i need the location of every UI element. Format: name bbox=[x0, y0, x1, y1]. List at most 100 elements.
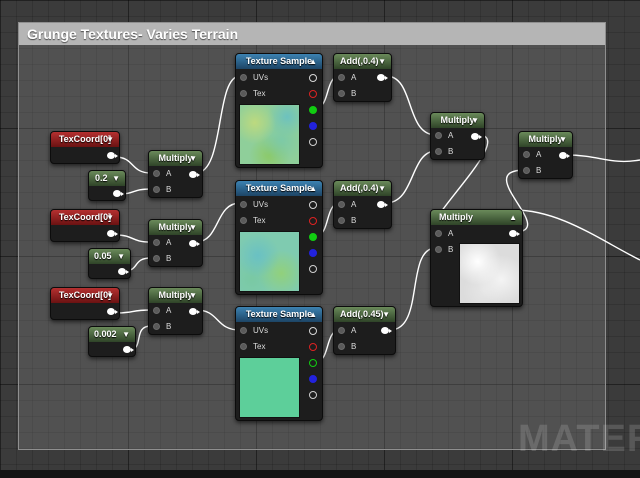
input-pin-b[interactable]: B bbox=[338, 89, 356, 99]
input-pin-uvs[interactable]: UVs bbox=[240, 326, 268, 336]
caret-down-icon[interactable]: ▼ bbox=[112, 171, 120, 186]
output-pin[interactable] bbox=[189, 308, 200, 315]
multiply-uv-header-3[interactable]: Multiply ▼ bbox=[149, 288, 202, 303]
green-output-pin[interactable] bbox=[309, 106, 317, 114]
input-pin-b[interactable]: B bbox=[338, 342, 356, 352]
pin-dot[interactable] bbox=[523, 167, 530, 174]
input-pin-b[interactable]: B bbox=[153, 185, 171, 195]
multiply-right-header[interactable]: Multiply ▼ bbox=[519, 132, 572, 147]
input-pin-tex[interactable]: Tex bbox=[240, 89, 265, 99]
caret-down-icon[interactable]: ▼ bbox=[189, 220, 197, 235]
caret-down-icon[interactable]: ▼ bbox=[117, 249, 125, 264]
multiply-texture-header[interactable]: Multiply ▲ bbox=[431, 210, 522, 225]
pin-dot[interactable] bbox=[435, 148, 442, 155]
input-pin-a[interactable]: A bbox=[153, 169, 171, 179]
texcoord-header-3[interactable]: TexCoord[0] ▼ bbox=[51, 288, 119, 303]
input-pin-uvs[interactable]: UVs bbox=[240, 73, 268, 83]
constant-node-2[interactable]: 0.05 ▼ bbox=[88, 248, 131, 279]
caret-down-icon[interactable]: ▼ bbox=[106, 210, 114, 225]
output-pin[interactable] bbox=[471, 133, 482, 140]
pin-dot[interactable] bbox=[153, 307, 160, 314]
add-header-1[interactable]: Add(,0.4) ▼ bbox=[334, 54, 391, 69]
input-pin-uvs[interactable]: UVs bbox=[240, 200, 268, 210]
constant-header-1[interactable]: 0.2 ▼ bbox=[89, 171, 125, 186]
multiply-texture-node[interactable]: Multiply ▲ A B bbox=[430, 209, 523, 307]
caret-down-icon[interactable]: ▼ bbox=[382, 307, 390, 322]
output-pin[interactable] bbox=[189, 171, 200, 178]
red-output-pin[interactable] bbox=[309, 217, 317, 225]
input-pin-a[interactable]: A bbox=[153, 306, 171, 316]
caret-down-icon[interactable]: ▼ bbox=[189, 288, 197, 303]
alpha-output-pin[interactable] bbox=[309, 265, 317, 273]
multiply-uv-node-1[interactable]: Multiply ▼ A B bbox=[148, 150, 203, 198]
rgb-output-pin[interactable] bbox=[309, 74, 317, 82]
input-pin-b[interactable]: B bbox=[435, 147, 453, 157]
blue-output-pin[interactable] bbox=[309, 122, 317, 130]
output-pin[interactable] bbox=[107, 308, 118, 315]
input-pin-b[interactable]: B bbox=[153, 254, 171, 264]
constant-header-3[interactable]: 0.002 ▼ bbox=[89, 327, 135, 342]
input-pin-a[interactable]: A bbox=[338, 73, 356, 83]
texture-sample-header-3[interactable]: Texture Sample ▲ bbox=[236, 307, 322, 322]
multiply-mid-header[interactable]: Multiply ▼ bbox=[431, 113, 484, 128]
caret-down-icon[interactable]: ▼ bbox=[378, 54, 386, 69]
multiply-mid-node[interactable]: Multiply ▼ A B bbox=[430, 112, 485, 160]
add-node-2[interactable]: Add(,0.4) ▼ A B bbox=[333, 180, 392, 229]
input-pin-a[interactable]: A bbox=[435, 229, 453, 239]
caret-down-icon[interactable]: ▼ bbox=[106, 288, 114, 303]
green-output-pin[interactable] bbox=[309, 233, 317, 241]
input-pin-a[interactable]: A bbox=[338, 200, 356, 210]
pin-dot[interactable] bbox=[240, 343, 247, 350]
input-pin-a[interactable]: A bbox=[435, 131, 453, 141]
add-header-3[interactable]: Add(,0.45) ▼ bbox=[334, 307, 395, 322]
multiply-uv-header-2[interactable]: Multiply ▼ bbox=[149, 220, 202, 235]
pin-dot[interactable] bbox=[240, 201, 247, 208]
pin-dot[interactable] bbox=[338, 343, 345, 350]
blue-output-pin[interactable] bbox=[309, 249, 317, 257]
output-pin[interactable] bbox=[113, 190, 124, 197]
caret-down-icon[interactable]: ▼ bbox=[122, 327, 130, 342]
pin-dot[interactable] bbox=[338, 74, 345, 81]
input-pin-a[interactable]: A bbox=[338, 326, 356, 336]
material-graph-canvas[interactable]: Grunge Textures- Varies Terrain TexCoord… bbox=[0, 0, 640, 478]
input-pin-a[interactable]: A bbox=[523, 150, 541, 160]
texcoord-node-1[interactable]: TexCoord[0] ▼ bbox=[50, 131, 120, 164]
pin-dot[interactable] bbox=[338, 201, 345, 208]
input-pin-b[interactable]: B bbox=[523, 166, 541, 176]
comment-title[interactable]: Grunge Textures- Varies Terrain bbox=[19, 23, 605, 45]
texcoord-header-1[interactable]: TexCoord[0] ▼ bbox=[51, 132, 119, 147]
caret-down-icon[interactable]: ▼ bbox=[189, 151, 197, 166]
caret-down-icon[interactable]: ▼ bbox=[378, 181, 386, 196]
input-pin-b[interactable]: B bbox=[435, 245, 453, 255]
pin-dot[interactable] bbox=[153, 186, 160, 193]
output-pin[interactable] bbox=[377, 74, 388, 81]
add-header-2[interactable]: Add(,0.4) ▼ bbox=[334, 181, 391, 196]
alpha-output-pin[interactable] bbox=[309, 138, 317, 146]
output-pin[interactable] bbox=[123, 346, 134, 353]
input-pin-tex[interactable]: Tex bbox=[240, 342, 265, 352]
add-node-1[interactable]: Add(,0.4) ▼ A B bbox=[333, 53, 392, 102]
texture-sample-node-3[interactable]: Texture Sample ▲ UVs Tex bbox=[235, 306, 323, 421]
pin-dot[interactable] bbox=[153, 239, 160, 246]
pin-dot[interactable] bbox=[435, 246, 442, 253]
blue-output-pin[interactable] bbox=[309, 375, 317, 383]
output-pin[interactable] bbox=[107, 152, 118, 159]
red-output-pin[interactable] bbox=[309, 90, 317, 98]
pin-dot[interactable] bbox=[240, 90, 247, 97]
pin-dot[interactable] bbox=[153, 255, 160, 262]
pin-dot[interactable] bbox=[523, 151, 530, 158]
caret-up-icon[interactable]: ▲ bbox=[509, 210, 517, 225]
pin-dot[interactable] bbox=[338, 90, 345, 97]
texcoord-node-3[interactable]: TexCoord[0] ▼ bbox=[50, 287, 120, 320]
constant-header-2[interactable]: 0.05 ▼ bbox=[89, 249, 130, 264]
caret-up-icon[interactable]: ▲ bbox=[309, 181, 317, 196]
output-pin[interactable] bbox=[118, 268, 129, 275]
green-output-pin[interactable] bbox=[309, 359, 317, 367]
input-pin-a[interactable]: A bbox=[153, 238, 171, 248]
caret-down-icon[interactable]: ▼ bbox=[471, 113, 479, 128]
output-pin[interactable] bbox=[381, 327, 392, 334]
caret-down-icon[interactable]: ▼ bbox=[106, 132, 114, 147]
pin-dot[interactable] bbox=[153, 323, 160, 330]
caret-down-icon[interactable]: ▼ bbox=[559, 132, 567, 147]
rgb-output-pin[interactable] bbox=[309, 327, 317, 335]
